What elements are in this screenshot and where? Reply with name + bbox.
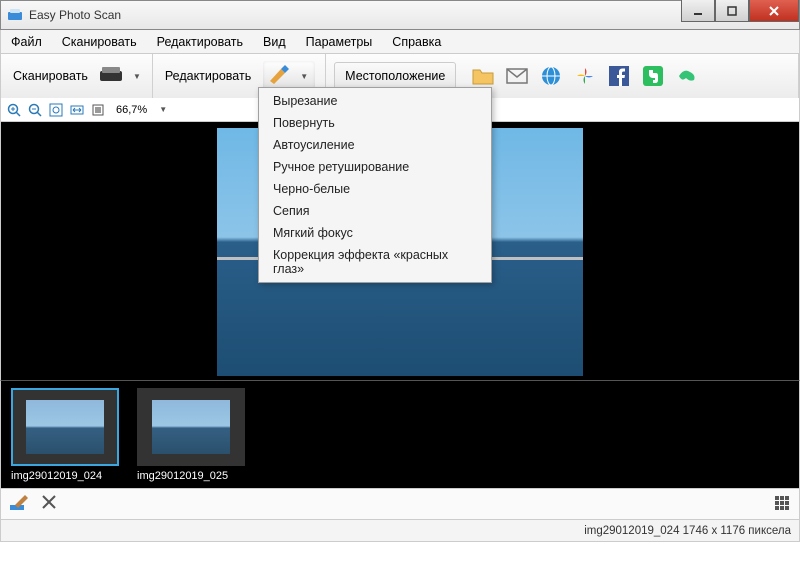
dd-sepia[interactable]: Сепия [259, 200, 491, 222]
window-title: Easy Photo Scan [29, 8, 681, 22]
zoom-dropdown-arrow[interactable]: ▼ [156, 105, 170, 114]
thumbnail[interactable]: img29012019_025 [137, 388, 245, 482]
thumbnail-strip: img29012019_024 img29012019_025 [0, 380, 800, 488]
web-icon[interactable] [536, 61, 566, 91]
brush-tool-icon[interactable] [9, 493, 31, 516]
dd-manual-retouch[interactable]: Ручное ретуширование [259, 156, 491, 178]
brush-icon [267, 63, 291, 90]
scan-button[interactable]: Сканировать [9, 69, 92, 83]
menu-view[interactable]: Вид [253, 30, 296, 54]
dd-black-white[interactable]: Черно-белые [259, 178, 491, 200]
status-bar: img29012019_024 1746 x 1176 пиксела [0, 520, 800, 542]
edit-dropdown-menu: Вырезание Повернуть Автоусиление Ручное … [258, 87, 492, 283]
scan-dropdown-arrow[interactable]: ▼ [130, 72, 144, 81]
minimize-button[interactable] [681, 0, 715, 22]
facebook-icon[interactable] [604, 61, 634, 91]
thumbnail-name: img29012019_025 [137, 470, 245, 482]
dd-auto-enhance[interactable]: Автоусиление [259, 134, 491, 156]
destination-button[interactable]: Местоположение [334, 62, 456, 90]
destination-icons [462, 61, 702, 91]
google-photos-icon[interactable] [570, 61, 600, 91]
edit-label: Редактировать [161, 69, 255, 83]
maximize-button[interactable] [715, 0, 749, 22]
menu-scan[interactable]: Сканировать [52, 30, 147, 54]
app-icon [7, 7, 23, 23]
thumbnail-image [26, 400, 104, 454]
email-icon[interactable] [502, 61, 532, 91]
menu-help[interactable]: Справка [382, 30, 451, 54]
close-button[interactable] [749, 0, 799, 22]
thumbnail-frame [11, 388, 119, 466]
thumbnail-name: img29012019_024 [11, 470, 119, 482]
menu-edit[interactable]: Редактировать [147, 30, 253, 54]
menu-file[interactable]: Файл [1, 30, 52, 54]
menubar: Файл Сканировать Редактировать Вид Парам… [0, 30, 800, 54]
fit-page-icon[interactable] [89, 101, 107, 119]
fit-width-icon[interactable] [68, 101, 86, 119]
scanner-icon[interactable] [98, 63, 124, 90]
dd-red-eye[interactable]: Коррекция эффекта «красных глаз» [259, 244, 491, 280]
evernote-icon[interactable] [638, 61, 668, 91]
window-controls [681, 1, 799, 29]
menu-options[interactable]: Параметры [296, 30, 383, 54]
zoom-value: 66,7% [110, 104, 153, 116]
edit-dropdown-arrow[interactable]: ▼ [297, 72, 311, 81]
bottom-bar [0, 488, 800, 520]
zoom-out-icon[interactable] [26, 101, 44, 119]
thumbnail[interactable]: img29012019_024 [11, 388, 119, 482]
thumbnail-image [152, 400, 230, 454]
grid-view-icon[interactable] [775, 496, 791, 512]
dd-soft-focus[interactable]: Мягкий фокус [259, 222, 491, 244]
delete-icon[interactable] [41, 494, 57, 515]
titlebar: Easy Photo Scan [0, 0, 800, 30]
thumbnail-frame [137, 388, 245, 466]
zoom-in-icon[interactable] [5, 101, 23, 119]
zoom-fit-icon[interactable] [47, 101, 65, 119]
status-text: img29012019_024 1746 x 1176 пиксела [584, 525, 791, 537]
dd-rotate[interactable]: Повернуть [259, 112, 491, 134]
dd-crop[interactable]: Вырезание [259, 90, 491, 112]
scan-group: Сканировать ▼ [1, 54, 153, 98]
hummingbird-icon[interactable] [672, 61, 702, 91]
